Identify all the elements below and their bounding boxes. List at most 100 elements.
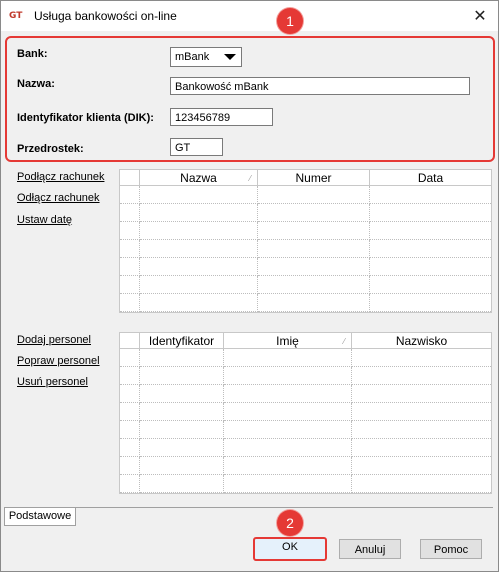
accounts-table-cell[interactable] xyxy=(258,204,370,222)
accounts-table-cell[interactable] xyxy=(140,294,258,312)
title-bar: GT Usługa bankowości on-line ✕ xyxy=(1,1,498,31)
prefix-label: Przedrostek: xyxy=(17,143,84,155)
personnel-table-cell[interactable] xyxy=(352,367,491,385)
personnel-table-cell[interactable] xyxy=(352,421,491,439)
sort-icon: ⁄ xyxy=(249,174,251,183)
accounts-table-cell[interactable] xyxy=(140,276,258,294)
accounts-table-cell[interactable] xyxy=(140,222,258,240)
connect-account-link[interactable]: Podłącz rachunek xyxy=(17,171,104,183)
set-date-link[interactable]: Ustaw datę xyxy=(17,214,72,226)
personnel-table-cell[interactable] xyxy=(140,475,224,493)
personnel-table-cell[interactable] xyxy=(224,457,352,475)
personnel-column-header-first-name-label: Imię xyxy=(276,334,299,348)
accounts-table-cell[interactable] xyxy=(258,240,370,258)
accounts-column-header-name[interactable]: Nazwa ⁄ xyxy=(140,170,258,186)
disconnect-account-link[interactable]: Odłącz rachunek xyxy=(17,192,100,204)
accounts-table-cell[interactable] xyxy=(140,240,258,258)
personnel-table-cell[interactable] xyxy=(120,421,140,439)
personnel-table-cell[interactable] xyxy=(120,403,140,421)
accounts-table-cell[interactable] xyxy=(370,294,491,312)
personnel-table-cell[interactable] xyxy=(224,421,352,439)
personnel-table-cell[interactable] xyxy=(140,385,224,403)
accounts-table-cell[interactable] xyxy=(258,222,370,240)
personnel-table-cell[interactable] xyxy=(352,403,491,421)
personnel-table-cell[interactable] xyxy=(352,439,491,457)
bank-label: Bank: xyxy=(17,48,48,60)
personnel-table-cell[interactable] xyxy=(120,385,140,403)
accounts-table-cell[interactable] xyxy=(120,240,140,258)
add-personnel-link[interactable]: Dodaj personel xyxy=(17,334,91,346)
accounts-column-header-number[interactable]: Numer xyxy=(258,170,370,186)
accounts-table-cell[interactable] xyxy=(258,186,370,204)
personnel-table-cell[interactable] xyxy=(224,403,352,421)
accounts-table-cell[interactable] xyxy=(370,204,491,222)
accounts-table-cell[interactable] xyxy=(120,186,140,204)
app-icon: GT xyxy=(9,11,23,21)
personnel-table-cell[interactable] xyxy=(352,475,491,493)
accounts-table-cell[interactable] xyxy=(120,276,140,294)
personnel-table-cell[interactable] xyxy=(352,349,491,367)
help-button[interactable]: Pomoc xyxy=(420,539,482,559)
client-id-field[interactable]: 123456789 xyxy=(170,108,273,126)
accounts-row-header-corner xyxy=(120,170,140,186)
bank-select[interactable]: mBank xyxy=(170,47,242,67)
personnel-table-cell[interactable] xyxy=(140,439,224,457)
personnel-table-cell[interactable] xyxy=(140,349,224,367)
prefix-field[interactable]: GT xyxy=(170,138,223,156)
accounts-table[interactable]: Nazwa ⁄ Numer Data xyxy=(119,169,492,313)
accounts-table-cell[interactable] xyxy=(258,276,370,294)
personnel-table-cell[interactable] xyxy=(224,385,352,403)
window-title: Usługa bankowości on-line xyxy=(34,9,177,23)
accounts-table-cell[interactable] xyxy=(120,222,140,240)
personnel-table-cell[interactable] xyxy=(120,457,140,475)
personnel-table-cell[interactable] xyxy=(120,367,140,385)
close-icon[interactable]: ✕ xyxy=(468,5,492,27)
edit-personnel-link[interactable]: Popraw personel xyxy=(17,355,100,367)
accounts-table-cell[interactable] xyxy=(370,258,491,276)
personnel-table-cell[interactable] xyxy=(120,439,140,457)
accounts-table-cell[interactable] xyxy=(120,294,140,312)
personnel-column-header-id[interactable]: Identyfikator xyxy=(140,333,224,349)
personnel-table-cell[interactable] xyxy=(120,475,140,493)
name-field[interactable]: Bankowość mBank xyxy=(170,77,470,95)
personnel-table-cell[interactable] xyxy=(224,349,352,367)
personnel-row-header-corner xyxy=(120,333,140,349)
accounts-table-cell[interactable] xyxy=(258,258,370,276)
personnel-table-cell[interactable] xyxy=(224,439,352,457)
accounts-table-cell[interactable] xyxy=(120,258,140,276)
accounts-table-cell[interactable] xyxy=(370,186,491,204)
accounts-table-cell[interactable] xyxy=(120,204,140,222)
personnel-column-header-last-name[interactable]: Nazwisko xyxy=(352,333,491,349)
bank-select-value: mBank xyxy=(175,51,210,63)
ok-button[interactable]: OK xyxy=(253,537,327,561)
personnel-table-cell[interactable] xyxy=(120,349,140,367)
accounts-table-cell[interactable] xyxy=(140,258,258,276)
personnel-table-cell[interactable] xyxy=(140,403,224,421)
personnel-table-cell[interactable] xyxy=(224,475,352,493)
personnel-table-cell[interactable] xyxy=(352,385,491,403)
personnel-table-cell[interactable] xyxy=(224,367,352,385)
personnel-table-cell[interactable] xyxy=(140,457,224,475)
remove-personnel-link[interactable]: Usuń personel xyxy=(17,376,88,388)
accounts-table-cell[interactable] xyxy=(370,240,491,258)
personnel-table-cell[interactable] xyxy=(352,457,491,475)
accounts-column-header-name-label: Nazwa xyxy=(180,171,217,185)
sort-icon: ⁄ xyxy=(343,337,345,346)
personnel-table[interactable]: Identyfikator Imię ⁄ Nazwisko xyxy=(119,332,492,494)
accounts-column-header-date[interactable]: Data xyxy=(370,170,491,186)
accounts-table-cell[interactable] xyxy=(370,222,491,240)
tab-strip-divider xyxy=(4,507,493,508)
name-label: Nazwa: xyxy=(17,78,55,90)
accounts-table-cell[interactable] xyxy=(258,294,370,312)
step-marker-1: 1 xyxy=(277,8,303,34)
personnel-column-header-first-name[interactable]: Imię ⁄ xyxy=(224,333,352,349)
step-marker-2: 2 xyxy=(277,510,303,536)
accounts-table-cell[interactable] xyxy=(140,204,258,222)
tab-basic[interactable]: Podstawowe xyxy=(4,508,76,526)
cancel-button[interactable]: Anuluj xyxy=(339,539,401,559)
client-id-label: Identyfikator klienta (DIK): xyxy=(17,112,154,124)
personnel-table-cell[interactable] xyxy=(140,421,224,439)
personnel-table-cell[interactable] xyxy=(140,367,224,385)
accounts-table-cell[interactable] xyxy=(140,186,258,204)
accounts-table-cell[interactable] xyxy=(370,276,491,294)
